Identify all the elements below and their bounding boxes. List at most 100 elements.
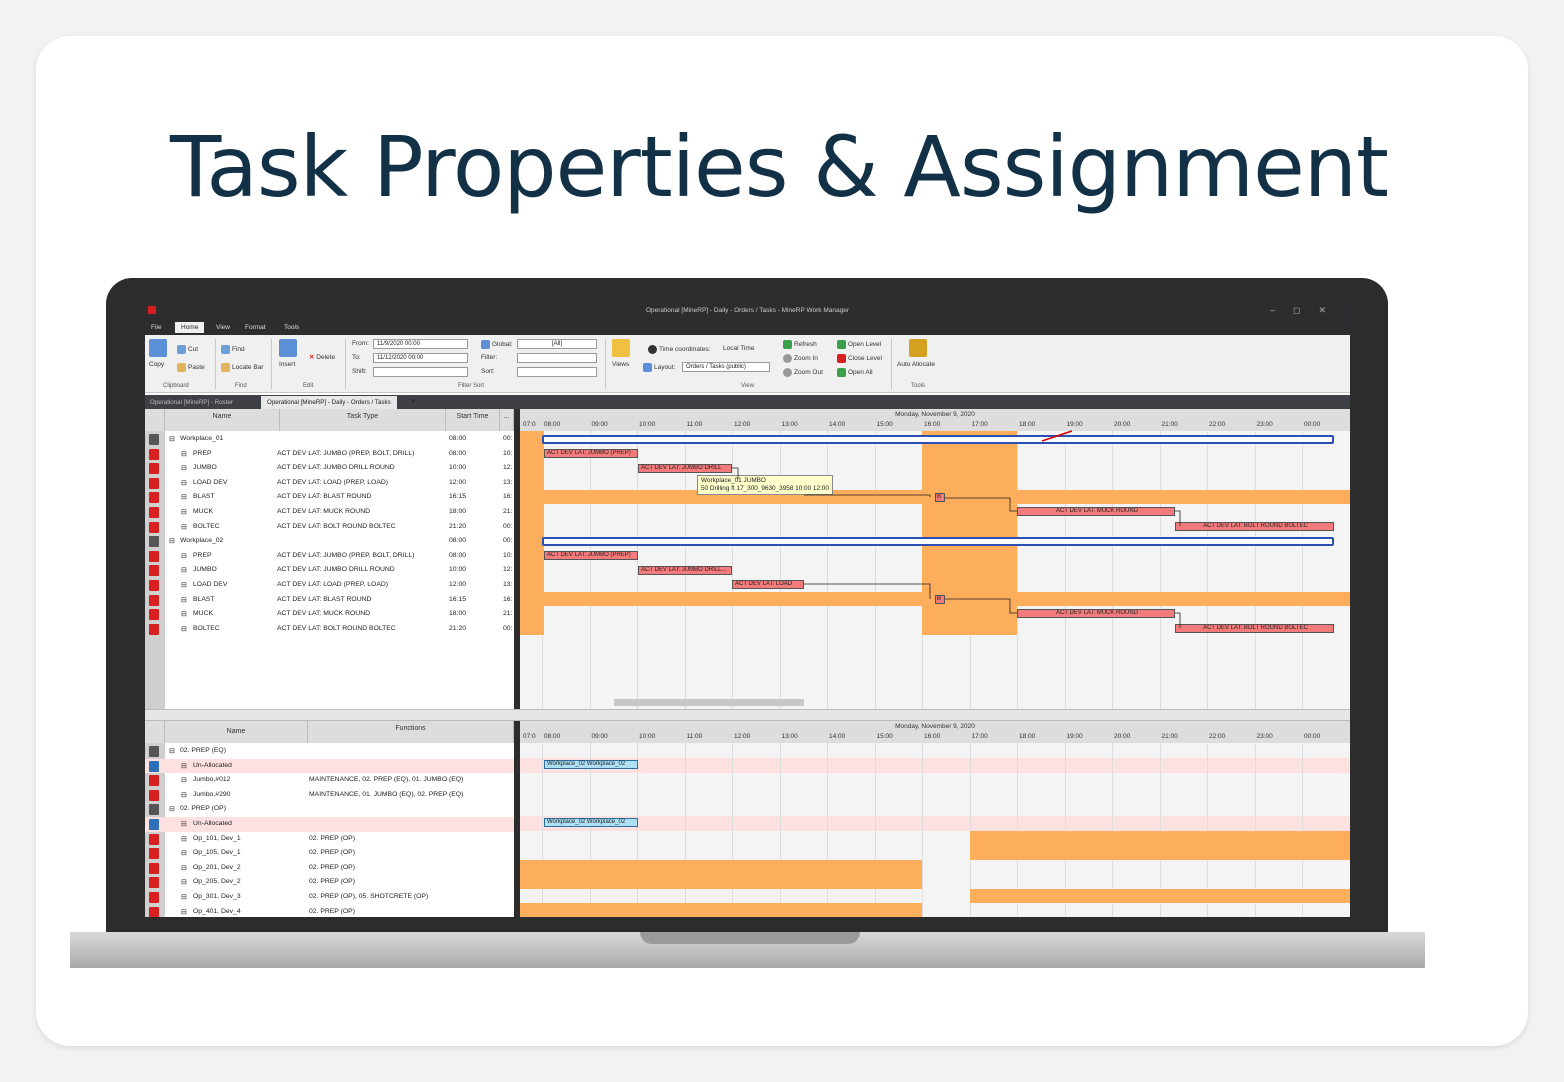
window-controls[interactable]: –◻✕ [1270,305,1344,316]
auto-allocate-icon[interactable] [909,339,927,357]
cut-button[interactable]: Cut [177,345,198,354]
copy-icon[interactable] [149,339,167,357]
horizontal-splitter[interactable] [145,709,1350,721]
expand-toggle-icon[interactable]: ⊟ [181,450,187,458]
expand-toggle-icon[interactable]: ⊟ [169,537,175,545]
group-row[interactable]: ⊟ Workplace_02 08:00 00: [145,534,514,549]
time-coordinates-select[interactable]: Local Time [723,345,754,352]
expand-toggle-icon[interactable]: ⊟ [181,625,187,633]
layout-select[interactable]: Orders / Tasks (public) [682,362,770,372]
expand-toggle-icon[interactable]: ⊟ [181,479,187,487]
expand-toggle-icon[interactable]: ⊟ [181,493,187,501]
col-header-task-type[interactable]: Task Type [280,409,446,431]
table-row[interactable]: ⊟ PREP ACT DEV LAT: JUMBO (PREP, BOLT, DRI… [145,549,514,564]
table-row[interactable]: ⊟ LOAD DEV ACT DEV LAT: LOAD (PREP, LOAD) 1… [145,476,514,491]
expand-toggle-icon[interactable]: ⊟ [181,552,187,560]
delete-button[interactable]: ✕ Delete [309,353,335,361]
menu-view[interactable]: View [216,324,230,331]
auto-allocate-button[interactable]: Auto Allocate [897,361,935,368]
expand-toggle-icon[interactable]: ⊟ [181,464,187,472]
insert-button[interactable]: Insert [279,361,295,368]
col-header-name[interactable]: Name [165,721,308,743]
close-level-button[interactable]: Close Level [837,354,882,363]
table-row[interactable]: ⊟ Jumbo,#012 MAINTENANCE, 02. PREP (EQ), 0… [145,773,514,788]
expand-toggle-icon[interactable]: ⊟ [181,566,187,574]
expand-toggle-icon[interactable]: ⊟ [181,820,187,828]
expand-toggle-icon[interactable]: ⊟ [181,762,187,770]
expand-toggle-icon[interactable]: ⊟ [181,581,187,589]
expand-toggle-icon[interactable]: ⊟ [181,864,187,872]
open-level-button[interactable]: Open Level [837,340,881,349]
table-row[interactable]: ⊟ Op_401, Dev_4 02. PREP (OP) [145,905,514,917]
to-date-field[interactable]: 11/12/2020 00:00 [373,353,468,363]
table-row[interactable]: ⊟ LOAD DEV ACT DEV LAT: LOAD (PREP, LOAD) 1… [145,578,514,593]
table-row[interactable]: ⊟ BOLTEC ACT DEV LAT: BOLT ROUND BOLTEC 21:… [145,622,514,637]
paste-button[interactable]: Paste [177,363,205,372]
expand-toggle-icon[interactable]: ⊟ [181,878,187,886]
col-header-more[interactable]: ... [500,409,514,431]
insert-icon[interactable] [279,339,297,357]
table-row[interactable]: ⊟ BLAST ACT DEV LAT: BLAST ROUND 16:15 16: [145,490,514,505]
table-row[interactable]: ⊟ BOLTEC ACT DEV LAT: BOLT ROUND BOLTEC 21:… [145,520,514,535]
col-header-start-time[interactable]: Start Time [446,409,500,431]
menu-format[interactable]: Format [245,324,266,331]
from-date-field[interactable]: 11/9/2020 00:00 [373,339,468,349]
col-header-name[interactable]: Name [165,409,280,431]
refresh-button[interactable]: Refresh [783,340,817,349]
table-row[interactable]: ⊟ JUMBO ACT DEV LAT: JUMBO DRILL ROUND 10:0… [145,461,514,476]
expand-toggle-icon[interactable]: ⊟ [181,849,187,857]
expand-toggle-icon[interactable]: ⊟ [169,435,175,443]
group-icon [149,804,159,816]
filter-select[interactable] [517,353,597,363]
expand-toggle-icon[interactable]: ⊟ [181,835,187,843]
shift-field[interactable] [373,367,468,377]
tab-orders-tasks[interactable]: Operational [MineRP] - Daily - Orders / … [261,396,397,409]
menu-home[interactable]: Home [175,322,205,333]
group-row[interactable]: ⊟ 02. PREP (EQ) [145,744,514,759]
expand-toggle-icon[interactable]: ⊟ [181,596,187,604]
expand-toggle-icon[interactable]: ⊟ [181,776,187,784]
table-row[interactable]: ⊟ MUCK ACT DEV LAT: MUCK ROUND 18:00 21: [145,505,514,520]
table-row[interactable]: ⊟ Op_301, Dev_3 02. PREP (OP), 05. SHOTCRE… [145,890,514,905]
expand-toggle-icon[interactable]: ⊟ [181,908,187,916]
group-row[interactable]: ⊟ Workplace_01 08:00 00: [145,432,514,447]
table-row[interactable]: ⊟ Op_205, Dev_2 02. PREP (OP) [145,875,514,890]
find-button[interactable]: Find [221,345,245,354]
global-select[interactable]: [All] [517,339,597,349]
copy-button[interactable]: Copy [149,361,164,368]
unallocated-task-bar[interactable]: Workplace_02 Workplace_02 [544,760,638,769]
table-row[interactable]: ⊟ Un-Allocated [145,758,514,774]
open-all-button[interactable]: Open All [837,368,873,377]
table-row[interactable]: ⊟ Op_101, Dev_1 02. PREP (OP) [145,832,514,847]
menu-tools[interactable]: Tools [284,324,299,331]
zoom-out-button[interactable]: Zoom Out [783,368,823,377]
locate-bar-button[interactable]: Locate Bar [221,363,263,372]
table-row[interactable]: ⊟ MUCK ACT DEV LAT: MUCK ROUND 18:00 21: [145,607,514,622]
zoom-in-button[interactable]: Zoom In [783,354,818,363]
table-row[interactable]: ⊟ JUMBO ACT DEV LAT: JUMBO DRILL ROUND 10:0… [145,563,514,578]
expand-toggle-icon[interactable]: ⊟ [181,508,187,516]
col-header-functions[interactable]: Functions [308,721,514,743]
tab-close-icon[interactable]: ✕ [411,398,416,405]
unallocated-task-bar[interactable]: Workplace_02 Workplace_02 [544,818,638,827]
expand-toggle-icon[interactable]: ⊟ [169,747,175,755]
group-row[interactable]: ⊟ 02. PREP (OP) [145,802,514,817]
menu-file[interactable]: File [151,324,161,331]
views-button[interactable]: Views [612,361,629,368]
expand-toggle-icon[interactable]: ⊟ [181,791,187,799]
expand-toggle-icon[interactable]: ⊟ [169,805,175,813]
expand-toggle-icon[interactable]: ⊟ [181,610,187,618]
edit-group-label: Edit [303,383,314,389]
views-icon[interactable] [612,339,630,357]
horizontal-scrollbar-thumb[interactable] [614,699,804,706]
tab-roster[interactable]: Operational [MineRP] - Roster [150,399,233,406]
table-row[interactable]: ⊟ Jumbo,#290 MAINTENANCE, 01. JUMBO (EQ), … [145,788,514,803]
table-row[interactable]: ⊟ PREP ACT DEV LAT: JUMBO (PREP, BOLT, DRI… [145,447,514,462]
expand-toggle-icon[interactable]: ⊟ [181,893,187,901]
table-row[interactable]: ⊟ Op_201, Dev_2 02. PREP (OP) [145,861,514,876]
expand-toggle-icon[interactable]: ⊟ [181,523,187,531]
table-row[interactable]: ⊟ BLAST ACT DEV LAT: BLAST ROUND 16:15 16: [145,593,514,608]
table-row[interactable]: ⊟ Un-Allocated [145,817,514,832]
table-row[interactable]: ⊟ Op_105, Dev_1 02. PREP (OP) [145,846,514,861]
sort-select[interactable] [517,367,597,377]
